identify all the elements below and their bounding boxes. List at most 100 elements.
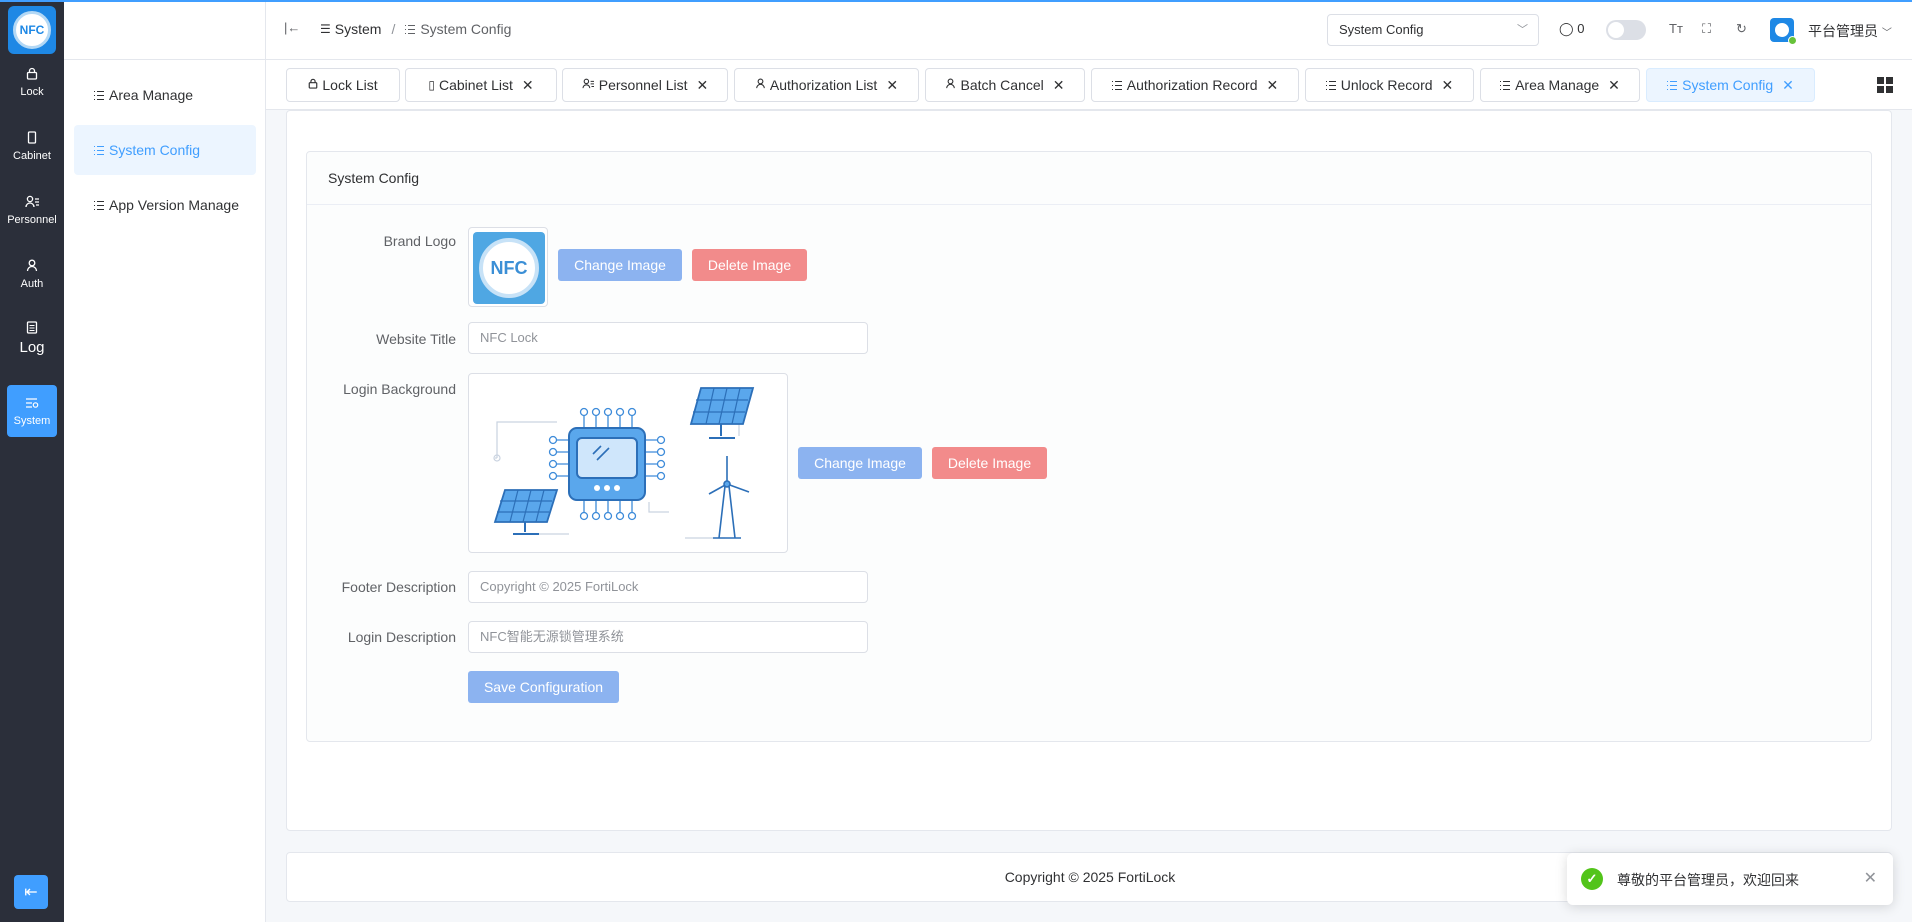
footer-description-input[interactable]: Copyright © 2025 FortiLock bbox=[468, 571, 868, 603]
close-icon[interactable]: ✕ bbox=[696, 77, 708, 94]
change-logo-button[interactable]: Change Image bbox=[558, 249, 682, 281]
tab-unlock-record[interactable]: Unlock Record ✕ bbox=[1305, 68, 1474, 102]
tab-system-config[interactable]: System Config ✕ bbox=[1646, 68, 1815, 102]
submenu-item-label: App Version Manage bbox=[109, 197, 239, 213]
tab-label: Area Manage bbox=[1515, 77, 1600, 93]
delete-logo-button[interactable]: Delete Image bbox=[692, 249, 807, 281]
close-icon[interactable]: ✕ bbox=[1267, 77, 1279, 94]
save-configuration-button[interactable]: Save Configuration bbox=[468, 671, 619, 703]
close-icon[interactable]: ✕ bbox=[522, 77, 534, 94]
refresh-icon[interactable]: ↻ bbox=[1736, 21, 1747, 37]
menu-search-select[interactable]: System Config ﹀ bbox=[1327, 14, 1539, 46]
personnel-icon bbox=[24, 195, 40, 211]
close-icon[interactable]: ✕ bbox=[1782, 77, 1794, 94]
list-icon bbox=[405, 24, 416, 34]
footer-description-label: Footer Description bbox=[341, 579, 456, 595]
user-menu[interactable]: 平台管理员 ﹀ bbox=[1808, 21, 1892, 41]
toast-message: 尊敬的平台管理员，欢迎回来 bbox=[1617, 872, 1799, 888]
login-description-input[interactable]: NFC智能无源锁管理系统 bbox=[468, 621, 868, 653]
cabinet-icon bbox=[27, 130, 37, 147]
close-icon[interactable]: ✕ bbox=[1442, 77, 1454, 94]
chevron-down-icon: ﹀ bbox=[1881, 28, 1892, 39]
breadcrumb-item: System Config bbox=[420, 21, 512, 37]
login-background-label: Login Background bbox=[343, 381, 456, 397]
submenu-item-app-version-manage[interactable]: App Version Manage bbox=[74, 180, 256, 230]
list-icon bbox=[94, 200, 104, 210]
collapse-rail-button[interactable]: ⇤ bbox=[14, 875, 48, 909]
close-icon[interactable]: ✕ bbox=[1864, 868, 1877, 888]
logo-mark: NFC bbox=[13, 11, 51, 49]
submenu-item-area-manage[interactable]: Area Manage bbox=[74, 70, 256, 120]
tab-area-manage[interactable]: Area Manage ✕ bbox=[1480, 68, 1640, 102]
rail-item-personnel[interactable]: Personnel bbox=[7, 184, 57, 236]
chevron-down-icon: ﹀ bbox=[1517, 24, 1528, 36]
comment-icon: ◯ bbox=[1559, 21, 1574, 36]
rail-label: System bbox=[13, 414, 51, 427]
fullscreen-icon[interactable]: ⛶ bbox=[1702, 21, 1711, 37]
tab-bar: Lock List ▯ Cabinet List ✕ Personnel Lis… bbox=[266, 60, 1912, 110]
close-icon[interactable]: ✕ bbox=[886, 77, 898, 94]
breadcrumb: ☰ System / System Config bbox=[320, 21, 511, 37]
lock-icon bbox=[308, 78, 318, 92]
list-icon bbox=[94, 145, 104, 155]
breadcrumb-item[interactable]: System bbox=[335, 21, 382, 37]
brand-logo-tile: NFC bbox=[473, 232, 545, 304]
submenu-item-label: Area Manage bbox=[109, 87, 194, 103]
rail-item-cabinet[interactable]: Cabinet bbox=[7, 120, 57, 172]
left-rail: NFC Lock Cabinet Personnel Auth Log Syst… bbox=[0, 0, 64, 922]
app-logo[interactable]: NFC bbox=[8, 6, 56, 54]
rail-item-log[interactable]: Log bbox=[7, 312, 57, 364]
list-icon bbox=[1111, 80, 1122, 90]
user-name: 平台管理员 bbox=[1808, 23, 1878, 39]
user-icon bbox=[755, 78, 766, 92]
delete-background-button[interactable]: Delete Image bbox=[932, 447, 1047, 479]
close-icon[interactable]: ✕ bbox=[1608, 77, 1620, 94]
tab-batch-cancel[interactable]: Batch Cancel ✕ bbox=[925, 68, 1085, 102]
change-background-button[interactable]: Change Image bbox=[798, 447, 922, 479]
close-icon[interactable]: ✕ bbox=[1053, 77, 1065, 94]
collapse-icon: ⇤ bbox=[24, 884, 38, 901]
rail-label: Lock bbox=[20, 85, 44, 98]
tab-label: Authorization List bbox=[769, 77, 878, 93]
grid-icon[interactable] bbox=[1877, 77, 1893, 93]
tab-authorization-record[interactable]: Authorization Record ✕ bbox=[1091, 68, 1299, 102]
website-title-label: Website Title bbox=[376, 331, 456, 347]
personnel-icon bbox=[582, 78, 595, 92]
collapse-menu-icon[interactable]: |← bbox=[284, 20, 300, 35]
website-title-input[interactable]: NFC Lock bbox=[468, 322, 868, 354]
submenu-header bbox=[64, 0, 265, 60]
rail-item-lock[interactable]: Lock bbox=[7, 56, 57, 108]
rail-item-system[interactable]: System bbox=[7, 385, 57, 437]
circuit-illustration bbox=[493, 387, 755, 539]
avatar-image bbox=[1775, 23, 1789, 37]
tab-authorization-list[interactable]: Authorization List ✕ bbox=[734, 68, 919, 102]
brand-logo-preview[interactable]: NFC bbox=[468, 227, 548, 307]
select-value: System Config bbox=[1339, 22, 1424, 37]
message-button[interactable]: ◯ 0 bbox=[1559, 21, 1584, 37]
submenu-item-system-config[interactable]: System Config bbox=[74, 125, 256, 175]
tab-lock-list[interactable]: Lock List bbox=[286, 68, 400, 102]
tab-label: Unlock Record bbox=[1340, 77, 1433, 93]
user-icon bbox=[945, 78, 956, 92]
check-circle-icon: ✓ bbox=[1581, 868, 1603, 890]
tab-label: System Config bbox=[1682, 77, 1774, 93]
lock-icon bbox=[26, 67, 38, 83]
tab-label: Lock List bbox=[322, 77, 378, 93]
log-icon bbox=[26, 320, 38, 337]
font-size-icon[interactable]: Tт bbox=[1669, 21, 1683, 36]
tab-label: Personnel List bbox=[598, 77, 688, 93]
login-description-label: Login Description bbox=[347, 629, 456, 645]
rail-item-auth[interactable]: Auth bbox=[7, 248, 57, 300]
submenu-item-label: System Config bbox=[109, 142, 201, 158]
list-icon bbox=[1500, 80, 1511, 90]
message-count: 0 bbox=[1577, 21, 1585, 36]
theme-toggle[interactable] bbox=[1606, 20, 1646, 40]
login-background-preview[interactable] bbox=[468, 373, 788, 553]
top-accent-line bbox=[0, 0, 1912, 2]
breadcrumb-system-icon: ☰ bbox=[320, 22, 331, 36]
tab-personnel-list[interactable]: Personnel List ✕ bbox=[562, 68, 728, 102]
top-header: |← ☰ System / System Config System Confi… bbox=[266, 0, 1912, 60]
cabinet-icon: ▯ bbox=[428, 78, 435, 92]
tab-cabinet-list[interactable]: ▯ Cabinet List ✕ bbox=[405, 68, 557, 102]
avatar[interactable] bbox=[1770, 18, 1797, 45]
